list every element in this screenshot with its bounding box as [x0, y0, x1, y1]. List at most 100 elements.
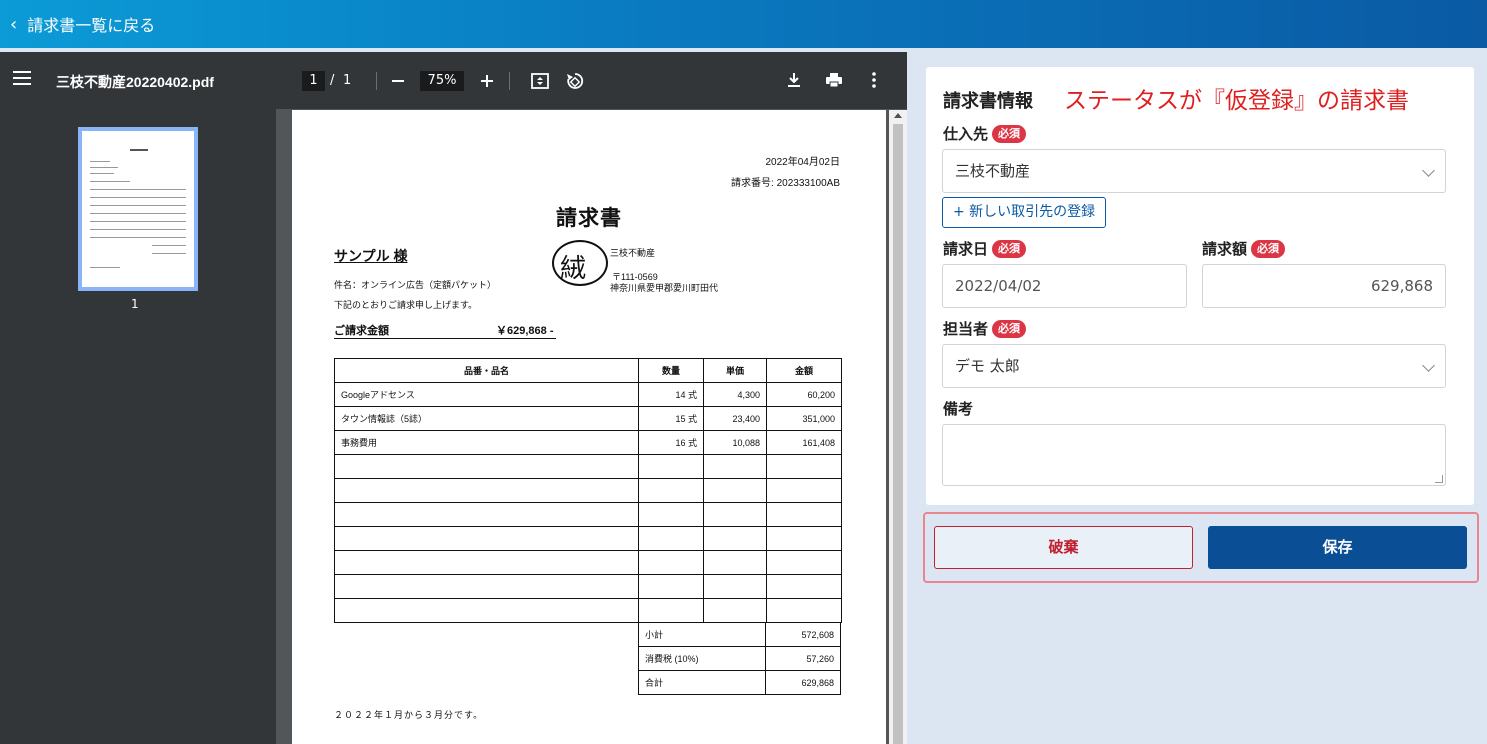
required-badge: 必須	[992, 319, 1027, 338]
back-link-label: 請求書一覧に戻る	[27, 16, 156, 35]
print-icon[interactable]	[824, 70, 844, 93]
table-row-empty	[334, 502, 842, 527]
invoice-amount-value: ￥629,868 -	[496, 325, 554, 337]
totals-row: 合計 629,868	[638, 670, 841, 695]
fit-page-icon[interactable]	[530, 71, 550, 94]
table-row-empty	[334, 574, 842, 599]
totals-label: 消費税 (10%)	[638, 646, 766, 671]
totals-value: 57,260	[765, 646, 841, 671]
totals-row: 小計 572,608	[638, 622, 841, 647]
current-page-input[interactable]: 1	[302, 71, 325, 91]
table-row-empty	[334, 454, 842, 479]
item-name: タウン情報誌（5誌）	[334, 406, 639, 431]
invoice-amount-input[interactable]: 629,868	[1202, 264, 1446, 308]
item-price: 4,300	[703, 382, 767, 407]
totals-label: 小計	[638, 622, 766, 647]
vendor-label: 仕入先 必須	[943, 123, 1027, 144]
item-qty: 14 式	[638, 382, 704, 407]
table-row-empty	[334, 526, 842, 551]
table-row: 事務費用 16 式 10,088 161,408	[334, 430, 842, 455]
required-badge: 必須	[992, 239, 1027, 258]
item-name: Googleアドセンス	[334, 382, 639, 407]
thumbnail-sidebar: 1	[0, 109, 276, 744]
column-header: 金額	[766, 358, 842, 383]
column-header: 数量	[638, 358, 704, 383]
issuer-address: 神奈川県愛甲郡愛川町田代	[610, 283, 719, 293]
back-to-invoice-list-link[interactable]: ‹ 請求書一覧に戻る	[10, 12, 155, 36]
date-label-text: 請求日	[943, 240, 989, 258]
scroll-up-icon[interactable]	[894, 113, 902, 118]
zoom-level-input[interactable]: 75%	[420, 71, 464, 91]
assignee-select-value: デモ 太郎	[955, 357, 1020, 375]
invoice-document: 2022年04月02日 請求番号: 202333100AB 請求書 サンプル 様…	[292, 110, 886, 744]
invoice-subject: 件名：オンライン広告（定額パケット）	[334, 280, 497, 290]
amount-underline	[334, 338, 556, 339]
invoice-number: 請求番号: 202333100AB	[731, 178, 840, 189]
add-vendor-button[interactable]: + 新しい取引先の登録	[942, 197, 1107, 228]
total-pages: 1	[343, 73, 352, 88]
required-badge: 必須	[992, 124, 1027, 143]
item-name: 事務費用	[334, 430, 639, 455]
download-icon[interactable]	[784, 70, 804, 93]
toolbar-divider	[509, 72, 510, 90]
assignee-select[interactable]: デモ 太郎	[942, 344, 1446, 388]
item-amount: 161,408	[766, 430, 842, 455]
date-label: 請求日 必須	[943, 238, 1027, 259]
assignee-label-text: 担当者	[943, 320, 989, 338]
toolbar-divider	[376, 72, 377, 90]
form-title: 請求書情報	[943, 91, 1033, 112]
item-price: 10,088	[703, 430, 767, 455]
invoice-date-input[interactable]: 2022/04/02	[942, 264, 1187, 308]
chevron-down-icon	[1422, 164, 1435, 177]
discard-button[interactable]: 破棄	[934, 526, 1193, 569]
pdf-viewer: 三枝不動産20220402.pdf 1 / 1 75% 1 2022年04月02…	[0, 52, 907, 744]
memo-label-text: 備考	[943, 400, 974, 418]
rotate-icon[interactable]	[565, 71, 585, 94]
totals-row: 消費税 (10%) 57,260	[638, 646, 841, 671]
pdf-toolbar: 三枝不動産20220402.pdf 1 / 1 75%	[0, 52, 907, 109]
pdf-scrollbar[interactable]	[889, 110, 907, 744]
column-header: 単価	[703, 358, 767, 383]
item-price: 23,400	[703, 406, 767, 431]
invoice-info-form: 請求書情報 ステータスが『仮登録』の請求書 仕入先 必須 三枝不動産 + 新しい…	[926, 67, 1474, 505]
resize-handle-icon[interactable]	[1435, 475, 1443, 483]
page-thumbnail[interactable]	[78, 127, 198, 291]
vendor-select-value: 三枝不動産	[955, 162, 1031, 180]
top-bar: ‹ 請求書一覧に戻る	[0, 0, 1487, 48]
seal-stamp-text: 絨	[560, 254, 587, 284]
invoice-note: 下記のとおりご請求申し上げます。	[334, 300, 478, 310]
invoice-recipient: サンプル 様	[334, 248, 408, 264]
issuer-name: 三枝不動産	[610, 248, 656, 258]
zoom-out-button[interactable]	[389, 71, 407, 94]
zoom-in-button[interactable]	[478, 71, 496, 94]
chevron-down-icon	[1422, 359, 1435, 372]
totals-label: 合計	[638, 670, 766, 695]
chevron-left-icon: ‹	[10, 13, 18, 35]
table-row: Googleアドセンス 14 式 4,300 60,200	[334, 382, 842, 407]
menu-icon[interactable]	[13, 71, 31, 85]
thumbnail-page-number: 1	[131, 297, 139, 311]
pdf-page: 2022年04月02日 請求番号: 202333100AB 請求書 サンプル 様…	[292, 110, 886, 744]
status-annotation: ステータスが『仮登録』の請求書	[1064, 88, 1409, 114]
required-badge: 必須	[1251, 239, 1286, 258]
totals-value: 629,868	[765, 670, 841, 695]
column-header: 品番・品名	[334, 358, 639, 383]
item-amount: 60,200	[766, 382, 842, 407]
amount-label: 請求額 必須	[1202, 238, 1286, 259]
table-header-row: 品番・品名 数量 単価 金額	[334, 358, 842, 383]
vendor-select[interactable]: 三枝不動産	[942, 149, 1446, 193]
scrollbar-thumb[interactable]	[893, 124, 903, 744]
invoice-heading: 請求書	[556, 207, 622, 230]
totals-value: 572,608	[765, 622, 841, 647]
invoice-footnote: ２０２２年１月から３月分です。	[334, 710, 484, 720]
pdf-file-name: 三枝不動産20220402.pdf	[56, 74, 214, 90]
table-row-empty	[334, 550, 842, 575]
more-options-icon[interactable]	[864, 70, 884, 93]
memo-textarea[interactable]	[942, 424, 1446, 486]
amount-label-text: 請求額	[1202, 240, 1248, 258]
item-qty: 15 式	[638, 406, 704, 431]
save-button[interactable]: 保存	[1208, 526, 1467, 569]
invoice-totals-table: 小計 572,608 消費税 (10%) 57,260 合計 629,868	[638, 622, 841, 695]
invoice-date: 2022年04月02日	[765, 157, 841, 168]
invoice-amount-label: ご請求金額	[334, 325, 389, 337]
